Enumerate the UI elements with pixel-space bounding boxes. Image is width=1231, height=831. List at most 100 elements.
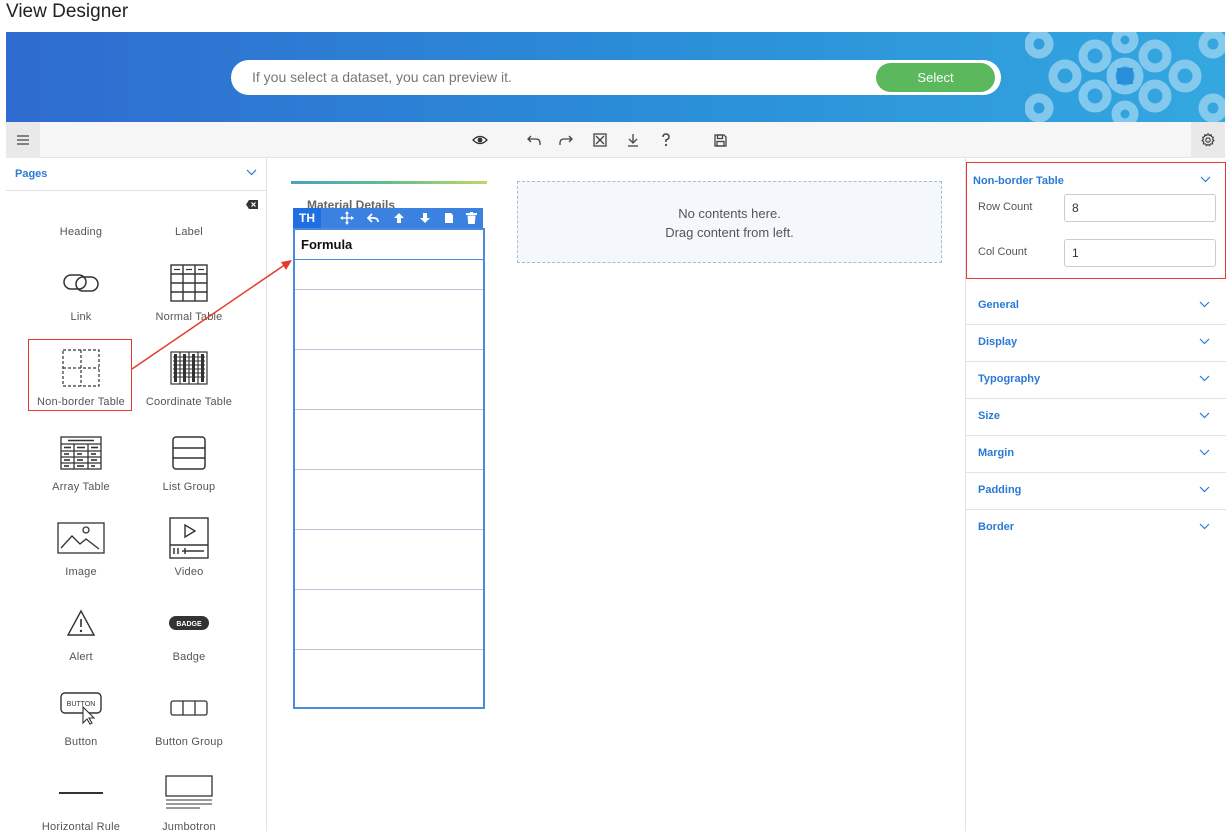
download-button[interactable] xyxy=(624,131,642,149)
video-icon xyxy=(169,517,209,559)
component-list-group-label: List Group xyxy=(162,481,216,493)
cell-toolbar: TH xyxy=(293,208,483,228)
gear-icon xyxy=(1201,133,1215,147)
select-parent-button[interactable] xyxy=(365,210,381,226)
component-heading[interactable]: Heading xyxy=(27,166,135,251)
chevron-down-icon xyxy=(1199,486,1210,493)
move-down-button[interactable] xyxy=(417,210,433,226)
component-alert[interactable]: Alert xyxy=(27,591,135,676)
fullscreen-button[interactable] xyxy=(591,131,609,149)
button-group-icon xyxy=(170,700,208,716)
component-button-group-label: Button Group xyxy=(155,736,223,748)
arrow-up-icon xyxy=(394,213,404,223)
component-coordinate-table[interactable]: Coordinate Table xyxy=(135,336,243,421)
component-normal-table[interactable]: Normal Table xyxy=(135,251,243,336)
move-up-button[interactable] xyxy=(391,210,407,226)
chevron-down-icon xyxy=(1199,338,1210,345)
menu-button[interactable] xyxy=(6,122,40,158)
menu-icon xyxy=(17,135,29,145)
component-jumbotron[interactable]: Jumbotron xyxy=(135,761,243,831)
badge-icon: BADGE xyxy=(169,616,209,630)
select-dataset-button[interactable]: Select xyxy=(876,63,995,92)
table-row[interactable] xyxy=(295,260,483,290)
section-general[interactable]: General xyxy=(966,288,1226,325)
section-border[interactable]: Border xyxy=(966,510,1226,547)
component-list-group[interactable]: List Group xyxy=(135,421,243,506)
section-general-label: General xyxy=(978,299,1019,311)
normal-table-icon xyxy=(170,264,208,302)
table-row[interactable] xyxy=(295,530,483,590)
section-display[interactable]: Display xyxy=(966,325,1226,362)
download-icon xyxy=(628,134,638,147)
component-video[interactable]: Video xyxy=(135,506,243,591)
section-display-label: Display xyxy=(978,336,1018,348)
component-label-label: Label xyxy=(175,226,203,238)
chevron-down-icon xyxy=(1199,301,1210,308)
section-padding[interactable]: Padding xyxy=(966,473,1226,510)
table-row[interactable] xyxy=(295,470,483,530)
chevron-down-icon[interactable] xyxy=(1200,176,1211,183)
button-icon-text: BUTTON xyxy=(67,701,96,708)
dataset-search-placeholder: If you select a dataset, you can preview… xyxy=(252,69,512,85)
help-icon xyxy=(662,133,670,147)
component-array-table[interactable]: Array Table xyxy=(27,421,135,506)
undo-icon xyxy=(527,135,541,145)
main-toolbar xyxy=(6,122,1225,158)
table-header-cell[interactable]: Formula xyxy=(295,230,483,260)
component-label[interactable]: Label xyxy=(135,166,243,251)
image-icon xyxy=(57,522,105,554)
array-table-icon xyxy=(60,436,102,470)
section-margin[interactable]: Margin xyxy=(966,436,1226,473)
component-button[interactable]: BUTTON Button xyxy=(27,676,135,761)
button-icon: BUTTON xyxy=(60,692,102,725)
help-button[interactable] xyxy=(657,131,675,149)
card-accent-line xyxy=(291,181,487,184)
section-size[interactable]: Size xyxy=(966,399,1226,436)
table-row[interactable] xyxy=(295,590,483,650)
trash-icon xyxy=(465,212,477,224)
table-row[interactable] xyxy=(295,410,483,470)
non-border-table[interactable]: Formula xyxy=(293,228,485,709)
link-icon xyxy=(63,274,99,292)
fullscreen-icon xyxy=(593,133,607,147)
delete-cell-button[interactable] xyxy=(463,210,479,226)
material-details-card[interactable]: Material Details Formula TH xyxy=(291,181,487,711)
col-count-label: Col Count xyxy=(978,246,1027,258)
horizontal-rule-icon xyxy=(59,792,103,794)
copy-cell-button[interactable] xyxy=(441,210,457,226)
component-badge-label: Badge xyxy=(172,651,206,663)
redo-button[interactable] xyxy=(557,131,575,149)
section-typography[interactable]: Typography xyxy=(966,362,1226,399)
component-horizontal-rule[interactable]: Horizontal Rule xyxy=(27,761,135,831)
table-row[interactable] xyxy=(295,650,483,707)
component-link[interactable]: Link xyxy=(27,251,135,336)
section-padding-label: Padding xyxy=(978,484,1022,496)
selected-component-title[interactable]: Non-border Table xyxy=(973,175,1064,187)
component-button-group[interactable]: Button Group xyxy=(135,676,243,761)
component-image[interactable]: Image xyxy=(27,506,135,591)
save-button[interactable] xyxy=(711,131,729,149)
dataset-banner: If you select a dataset, you can preview… xyxy=(6,32,1225,122)
table-row[interactable] xyxy=(295,290,483,350)
settings-button[interactable] xyxy=(1191,122,1225,158)
copy-icon xyxy=(445,213,453,223)
eye-icon xyxy=(472,135,488,145)
return-arrow-icon xyxy=(367,213,379,223)
non-border-table-properties: Non-border Table Row Count 8 Col Count 1 xyxy=(966,162,1226,279)
table-row[interactable] xyxy=(295,350,483,410)
component-badge[interactable]: BADGE Badge xyxy=(135,591,243,676)
clear-filter-icon[interactable] xyxy=(246,200,258,209)
col-count-input[interactable]: 1 xyxy=(1064,239,1216,267)
component-video-label: Video xyxy=(174,566,204,578)
row-count-input[interactable]: 8 xyxy=(1064,194,1216,222)
chevron-down-icon xyxy=(1199,523,1210,530)
redo-icon xyxy=(559,135,573,145)
empty-dropzone[interactable]: No contents here. Drag content from left… xyxy=(517,181,942,263)
preview-button[interactable] xyxy=(471,131,489,149)
undo-button[interactable] xyxy=(525,131,543,149)
non-border-table-highlight xyxy=(28,339,132,411)
dropzone-hint: Drag content from left. xyxy=(665,225,794,240)
move-cell-button[interactable] xyxy=(339,210,355,226)
dataset-search-bar[interactable]: If you select a dataset, you can preview… xyxy=(231,60,1001,95)
alert-icon xyxy=(66,609,96,636)
